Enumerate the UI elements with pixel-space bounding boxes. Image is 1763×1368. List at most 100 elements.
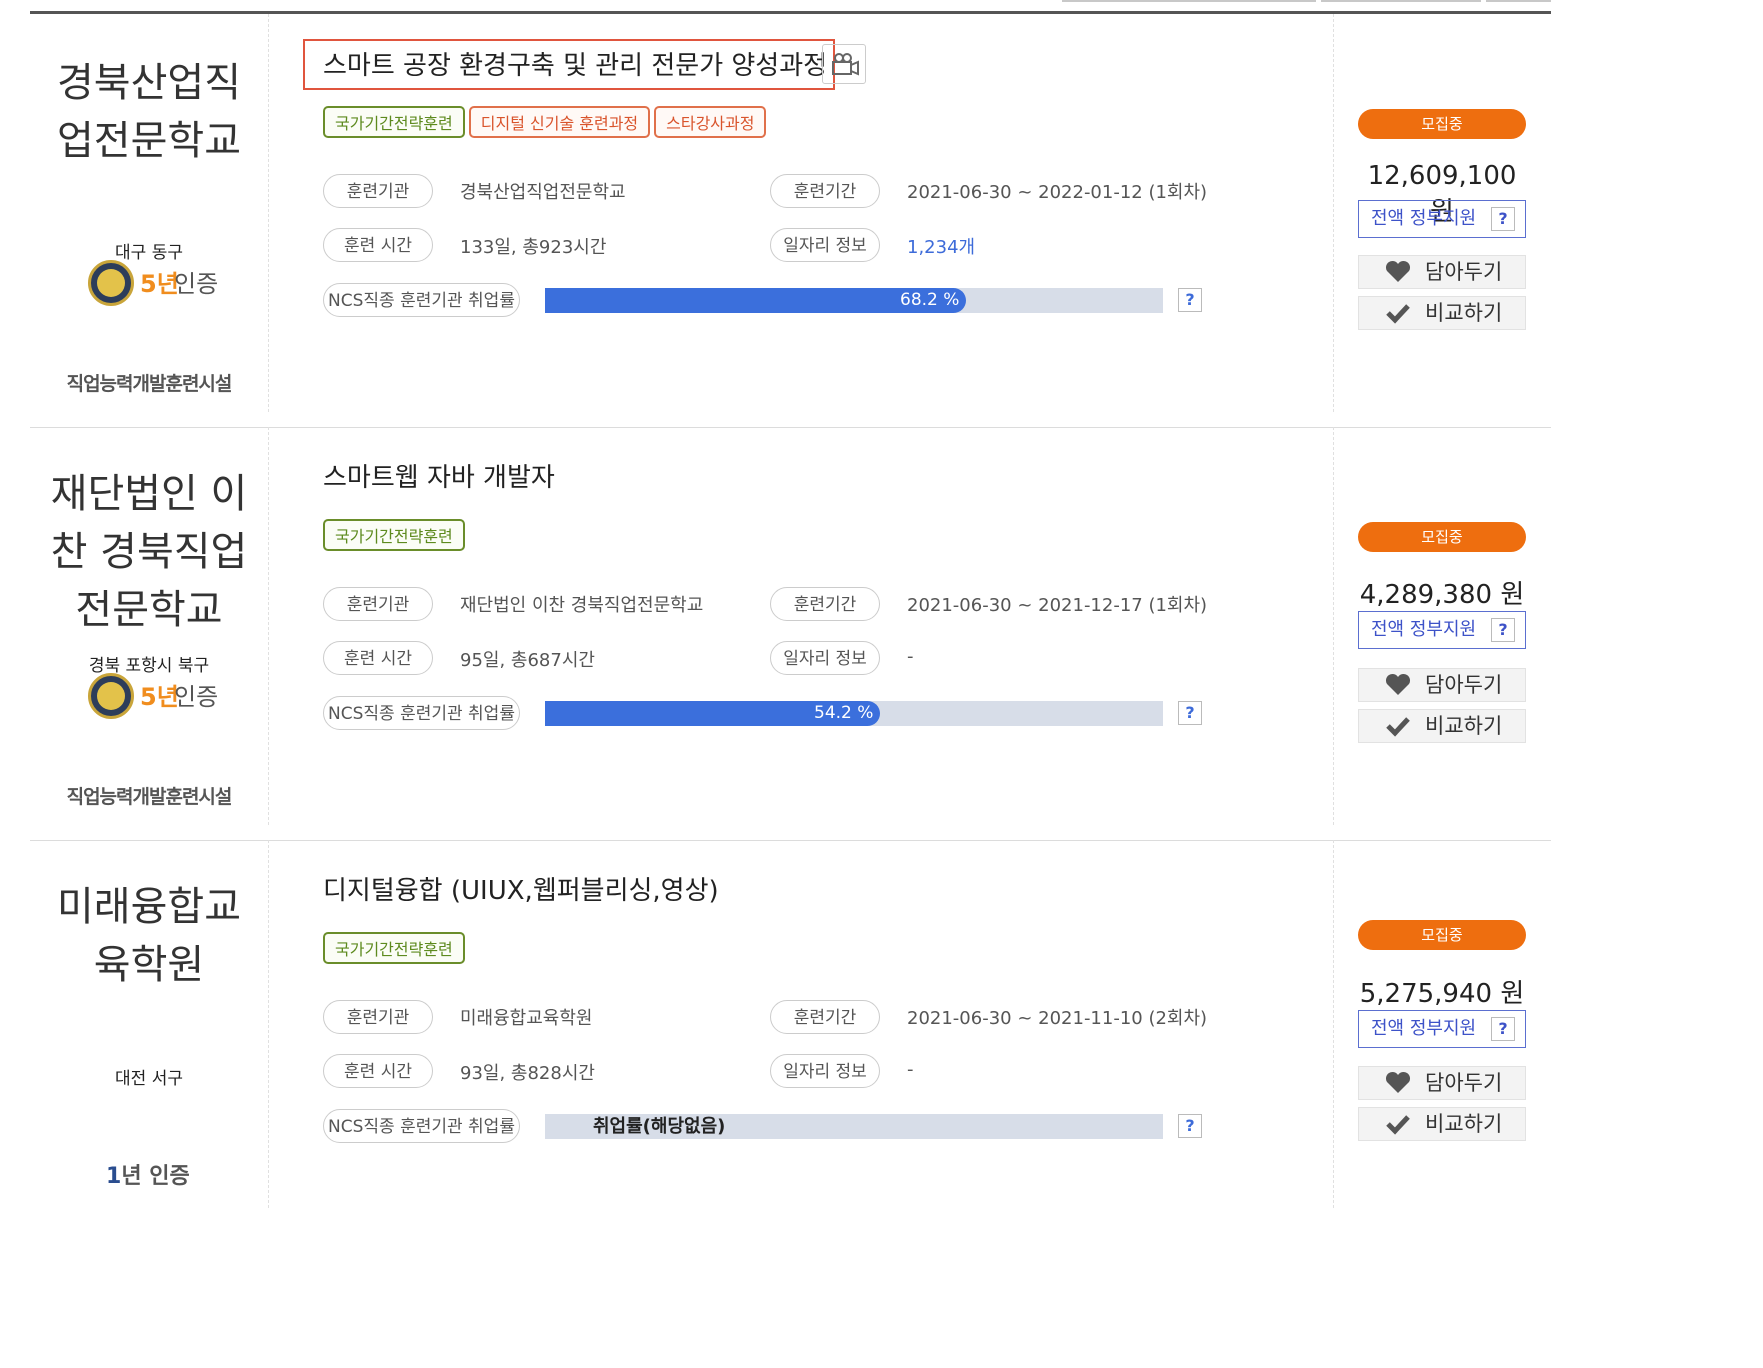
compare-button[interactable]: 비교하기 [1358,296,1526,330]
rate-help-button[interactable]: ? [1178,701,1202,725]
org-name-line[interactable]: 찬 경북직업 [30,523,268,581]
gov-support-help-button[interactable]: ? [1491,618,1515,642]
jobs-value: - [907,646,914,667]
org-name-line[interactable]: 경북산업직 [30,54,268,112]
cert-years: 5년 [140,270,179,298]
jobs-label: 일자리 정보 [770,641,880,675]
compare-button[interactable]: 비교하기 [1358,1107,1526,1141]
institution-value: 미래융합교육학원 [460,1008,593,1029]
course-title[interactable]: 스마트 공장 환경구축 및 관리 전문가 양성과정 [303,39,836,90]
compare-label: 비교하기 [1425,1112,1503,1136]
employment-rate-bar: 취업률(해당없음) [545,1114,1163,1139]
course-card: 재단법인 이 찬 경북직업 전문학교 경북 포항시 북구 5년 인증 직업능력개… [30,427,1551,841]
org-name-line[interactable]: 미래융합교 [30,878,268,936]
institution-label: 훈련기관 [323,174,433,208]
period-value: 2021-06-30 ~ 2022-01-12 (1회차) [907,182,1208,203]
cert-1year-badge: 1년 인증 [106,1158,190,1190]
excellent-institution-seal-icon [88,260,134,306]
period-label: 훈련기간 [770,1000,880,1034]
course-price: 5,275,940 원 [1359,979,1525,1009]
tag-national-strategy: 국가기간전략훈련 [323,932,465,964]
gov-support-help-button[interactable]: ? [1491,207,1515,231]
employment-rate-label: NCS직종 훈련기관 취업률 [323,1109,520,1143]
period-value: 2021-06-30 ~ 2021-12-17 (1회차) [907,595,1208,616]
tag-list: 국가기간전략훈련 디지털 신기술 훈련과정 스타강사과정 [323,106,770,140]
hours-label: 훈련 시간 [323,1054,433,1088]
course-card: 미래융합교 육학원 대전 서구 1년 인증 디지털융합 (UIUX,웹퍼블리싱,… [30,840,1551,1253]
period-label: 훈련기간 [770,587,880,621]
hours-value: 133일, 총923시간 [460,237,607,258]
cert-years: 5년 [140,683,179,711]
video-camera-icon [832,53,859,76]
org-region: 대전 서구 [115,1069,183,1089]
course-info: 스마트웹 자바 개발자 국가기간전략훈련 훈련기관 재단법인 이찬 경북직업전문… [303,427,1334,825]
jobs-value: - [907,1059,914,1080]
org-name-line[interactable]: 재단법인 이 [30,465,268,523]
gov-support-label: 전액 정부지원 [1371,208,1477,229]
cert-1year-num: 1 [106,1164,122,1189]
course-price: 4,289,380 원 [1359,580,1525,610]
heart-icon [1385,260,1411,282]
org-name-line[interactable]: 업전문학교 [30,112,268,170]
video-button[interactable] [822,44,866,84]
cert-1year-label: 년 인증 [121,1164,190,1189]
cert-label: 인증 [174,270,219,298]
institution-label: 훈련기관 [323,1000,433,1034]
jobs-link[interactable]: 1,234개 [907,233,975,259]
employment-rate-label: NCS직종 훈련기관 취업률 [323,283,520,317]
gov-support-label: 전액 정부지원 [1371,1018,1477,1039]
course-title[interactable]: 디지털융합 (UIUX,웹퍼블리싱,영상) [323,870,719,907]
rate-help-button[interactable]: ? [1178,1114,1202,1138]
wishlist-button[interactable]: 담아두기 [1358,255,1526,289]
employment-rate-label: NCS직종 훈련기관 취업률 [323,696,520,730]
period-value: 2021-06-30 ~ 2021-11-10 (2회차) [907,1008,1208,1029]
hours-label: 훈련 시간 [323,228,433,262]
rate-help-button[interactable]: ? [1178,288,1202,312]
hours-value: 95일, 총687시간 [460,650,595,671]
gov-support-help-button[interactable]: ? [1491,1017,1515,1041]
compare-label: 비교하기 [1425,301,1503,325]
tag-national-strategy: 국가기간전략훈련 [323,519,465,551]
wishlist-label: 담아두기 [1425,260,1503,284]
tag-star-instructor: 스타강사과정 [654,106,767,138]
cert-badge: 5년 인증 [88,673,228,719]
wishlist-label: 담아두기 [1425,673,1503,697]
wishlist-button[interactable]: 담아두기 [1358,668,1526,702]
wishlist-label: 담아두기 [1425,1071,1503,1095]
employment-rate-text: 54.2 % [814,703,874,723]
employment-rate-bar: 54.2 % [545,701,1163,726]
gov-support-box: 전액 정부지원 ? [1358,1010,1526,1048]
period-label: 훈련기간 [770,174,880,208]
org-panel: 재단법인 이 찬 경북직업 전문학교 경북 포항시 북구 5년 인증 직업능력개… [30,427,269,825]
compare-label: 비교하기 [1425,714,1503,738]
employment-rate-bar: 68.2 % [545,288,1163,313]
tag-national-strategy: 국가기간전략훈련 [323,106,465,138]
hours-value: 93일, 총828시간 [460,1063,595,1084]
course-title[interactable]: 스마트웹 자바 개발자 [323,457,555,494]
facility-type: 직업능력개발훈련시설 [66,373,233,395]
institution-value: 재단법인 이찬 경북직업전문학교 [460,595,704,616]
check-icon [1386,717,1410,737]
check-icon [1386,1115,1410,1135]
gov-support-box: 전액 정부지원 ? [1358,611,1526,649]
top-tab-edge [1062,0,1316,2]
gov-support-label: 전액 정부지원 [1371,619,1477,640]
wishlist-button[interactable]: 담아두기 [1358,1066,1526,1100]
institution-value: 경북산업직업전문학교 [460,182,626,203]
tag-digital-tech: 디지털 신기술 훈련과정 [468,106,651,138]
jobs-label: 일자리 정보 [770,228,880,262]
tag-list: 국가기간전략훈련 [323,519,469,553]
institution-label: 훈련기관 [323,587,433,621]
facility-type: 직업능력개발훈련시설 [66,786,233,808]
org-panel: 미래융합교 육학원 대전 서구 1년 인증 [30,840,269,1208]
cert-label: 인증 [174,683,219,711]
compare-button[interactable]: 비교하기 [1358,709,1526,743]
top-tab-edge [1486,0,1551,2]
org-name-line[interactable]: 전문학교 [30,581,268,639]
org-panel: 경북산업직 업전문학교 대구 동구 5년 인증 직업능력개발훈련시설 [30,14,269,412]
org-name-line[interactable]: 육학원 [30,936,268,994]
employment-rate-none: 취업률(해당없음) [593,1116,726,1137]
recruiting-badge: 모집중 [1358,920,1526,950]
recruiting-badge: 모집중 [1358,109,1526,139]
hours-label: 훈련 시간 [323,641,433,675]
